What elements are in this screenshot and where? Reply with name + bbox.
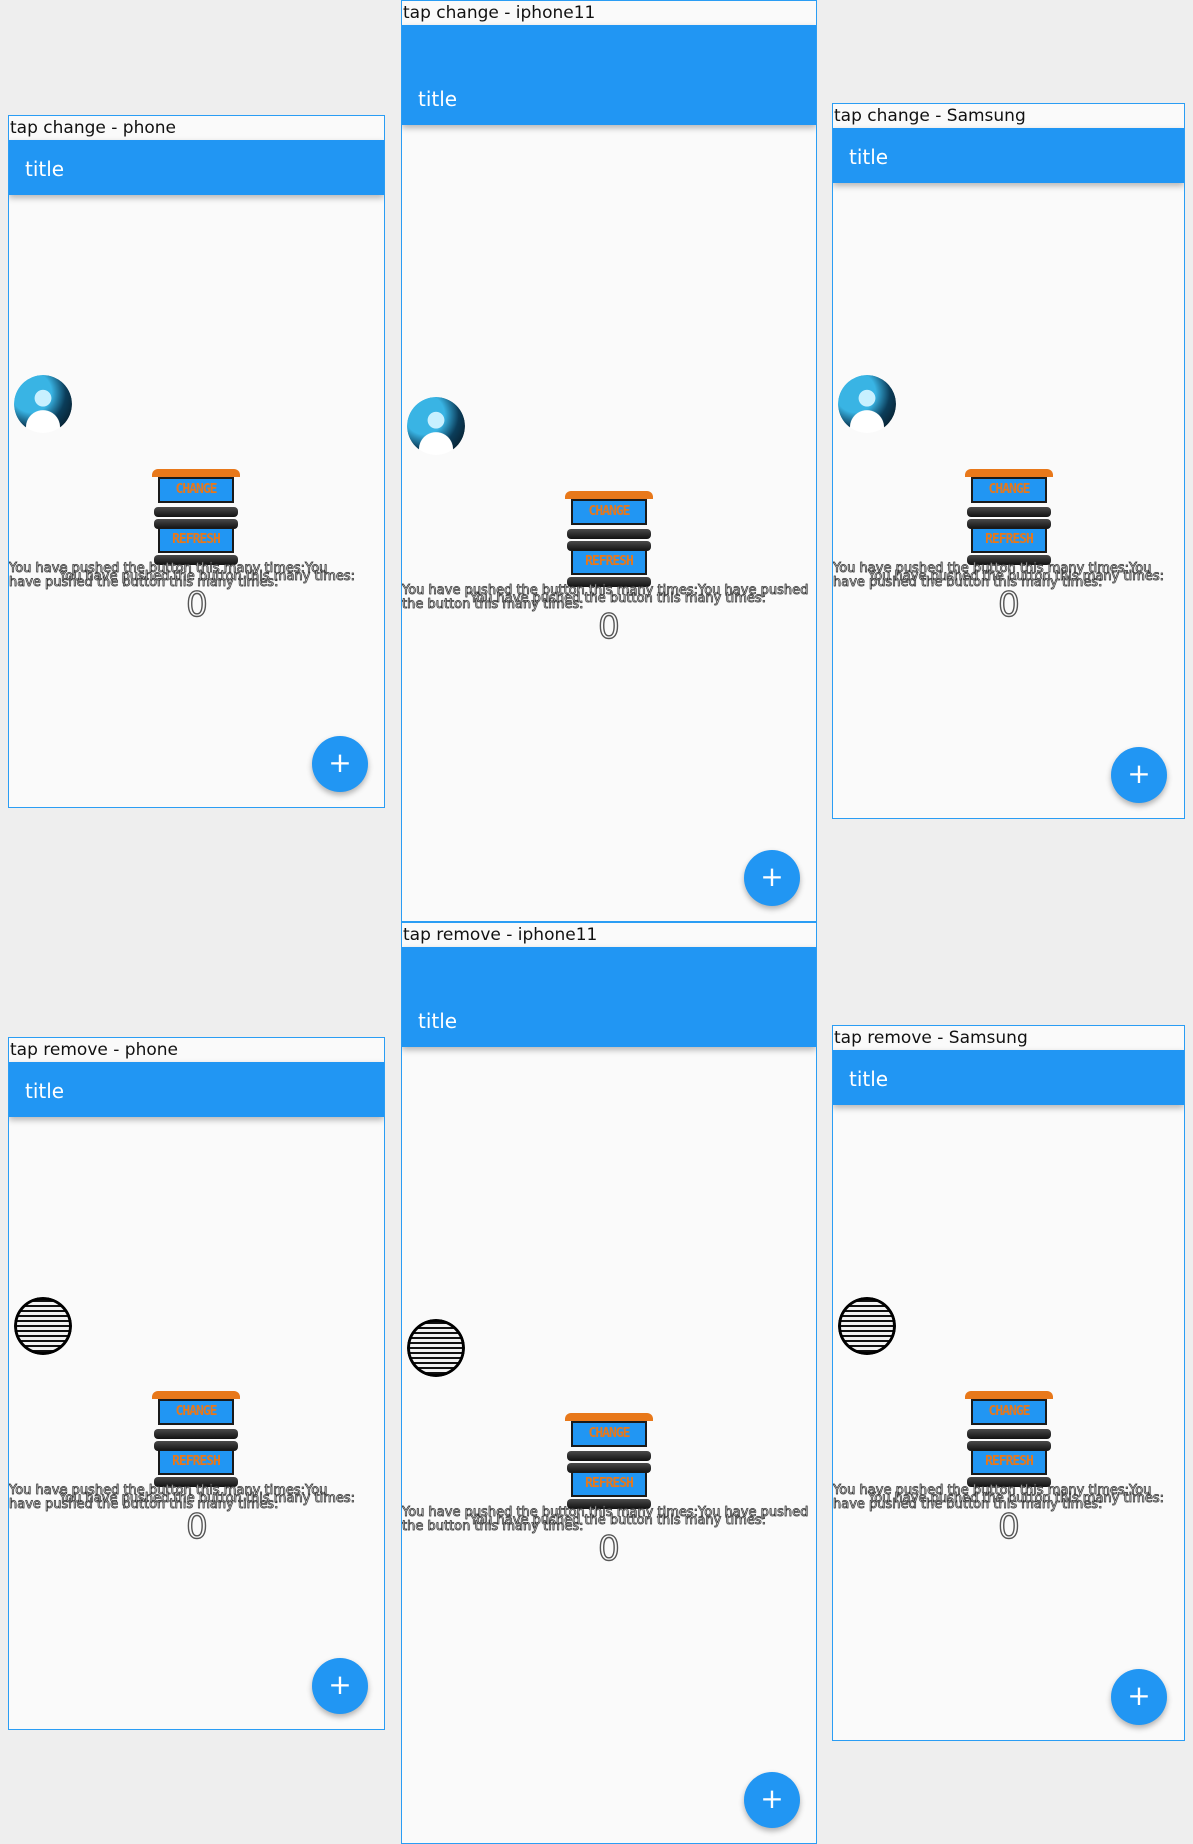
increment-fab[interactable]: + bbox=[1111, 1669, 1167, 1725]
app-bar-title: title bbox=[849, 1067, 889, 1091]
plus-icon: + bbox=[760, 1782, 784, 1815]
counter-message-overlay: You have pushed the button this many tim… bbox=[59, 1491, 356, 1506]
increment-fab[interactable]: + bbox=[312, 1658, 368, 1714]
device-frame-tap-remove-phone: tap remove - phone title CHANGE REFRESH … bbox=[8, 1037, 385, 1730]
signboard: CHANGE REFRESH bbox=[150, 469, 242, 569]
counter-value: 0 bbox=[185, 1506, 208, 1547]
change-button[interactable]: CHANGE bbox=[158, 477, 234, 503]
plus-icon: + bbox=[328, 1668, 352, 1701]
plus-icon: + bbox=[760, 860, 784, 893]
counter-message-overlay: You have pushed the button this many tim… bbox=[868, 1491, 1165, 1506]
app-bar-title: title bbox=[25, 157, 65, 181]
increment-fab[interactable]: + bbox=[744, 850, 800, 906]
counter-value: 0 bbox=[597, 606, 620, 647]
device-frame-tap-change-samsung: tap change - Samsung title CHANGE REFRES… bbox=[832, 103, 1185, 819]
app-bar: title bbox=[9, 1062, 384, 1117]
avatar[interactable] bbox=[407, 1319, 465, 1377]
app-bar-title: title bbox=[849, 145, 889, 169]
change-button[interactable]: CHANGE bbox=[971, 477, 1047, 503]
frame-caption: tap remove - phone bbox=[9, 1038, 384, 1062]
change-button[interactable]: CHANGE bbox=[571, 1421, 647, 1447]
frame-caption: tap change - Samsung bbox=[833, 104, 1184, 128]
app-bar: title bbox=[833, 128, 1184, 183]
refresh-button[interactable]: REFRESH bbox=[158, 527, 234, 553]
change-button[interactable]: CHANGE bbox=[971, 1399, 1047, 1425]
signboard: CHANGE REFRESH bbox=[563, 1413, 655, 1513]
app-bar: title bbox=[402, 25, 816, 125]
app-bar: title bbox=[9, 140, 384, 195]
frame-caption: tap remove - iphone11 bbox=[402, 923, 816, 947]
counter-message-overlay: You have pushed the button this many tim… bbox=[470, 1513, 767, 1528]
signboard: CHANGE REFRESH bbox=[963, 1391, 1055, 1491]
avatar[interactable] bbox=[838, 1297, 896, 1355]
device-frame-tap-change-iphone11: tap change - iphone11 title CHANGE REFRE… bbox=[401, 0, 817, 922]
refresh-button[interactable]: REFRESH bbox=[571, 549, 647, 575]
counter-value: 0 bbox=[597, 1528, 620, 1569]
change-button[interactable]: CHANGE bbox=[158, 1399, 234, 1425]
avatar[interactable] bbox=[838, 375, 896, 433]
avatar[interactable] bbox=[407, 397, 465, 455]
app-bar-title: title bbox=[418, 1009, 458, 1033]
plus-icon: + bbox=[328, 746, 352, 779]
counter-value: 0 bbox=[185, 584, 208, 625]
counter-value: 0 bbox=[997, 584, 1020, 625]
app-bar: title bbox=[833, 1050, 1184, 1105]
increment-fab[interactable]: + bbox=[744, 1772, 800, 1828]
avatar[interactable] bbox=[14, 375, 72, 433]
refresh-button[interactable]: REFRESH bbox=[571, 1471, 647, 1497]
plus-icon: + bbox=[1127, 757, 1151, 790]
frame-caption: tap remove - Samsung bbox=[833, 1026, 1184, 1050]
increment-fab[interactable]: + bbox=[1111, 747, 1167, 803]
signboard: CHANGE REFRESH bbox=[963, 469, 1055, 569]
change-button[interactable]: CHANGE bbox=[571, 499, 647, 525]
frame-caption: tap change - iphone11 bbox=[402, 1, 816, 25]
app-bar-title: title bbox=[418, 87, 458, 111]
device-frame-tap-change-phone: tap change - phone title CHANGE REFRESH … bbox=[8, 115, 385, 808]
counter-value: 0 bbox=[997, 1506, 1020, 1547]
signboard: CHANGE REFRESH bbox=[150, 1391, 242, 1491]
counter-message-overlay: You have pushed the button this many tim… bbox=[59, 569, 356, 584]
avatar[interactable] bbox=[14, 1297, 72, 1355]
refresh-button[interactable]: REFRESH bbox=[158, 1449, 234, 1475]
counter-message-overlay: You have pushed the button this many tim… bbox=[470, 591, 767, 606]
device-frame-tap-remove-iphone11: tap remove - iphone11 title CHANGE REFRE… bbox=[401, 922, 817, 1844]
counter-message-overlay: You have pushed the button this many tim… bbox=[868, 569, 1165, 584]
refresh-button[interactable]: REFRESH bbox=[971, 1449, 1047, 1475]
app-bar: title bbox=[402, 947, 816, 1047]
increment-fab[interactable]: + bbox=[312, 736, 368, 792]
frame-caption: tap change - phone bbox=[9, 116, 384, 140]
app-bar-title: title bbox=[25, 1079, 65, 1103]
plus-icon: + bbox=[1127, 1679, 1151, 1712]
signboard: CHANGE REFRESH bbox=[563, 491, 655, 591]
refresh-button[interactable]: REFRESH bbox=[971, 527, 1047, 553]
device-frame-tap-remove-samsung: tap remove - Samsung title CHANGE REFRES… bbox=[832, 1025, 1185, 1741]
